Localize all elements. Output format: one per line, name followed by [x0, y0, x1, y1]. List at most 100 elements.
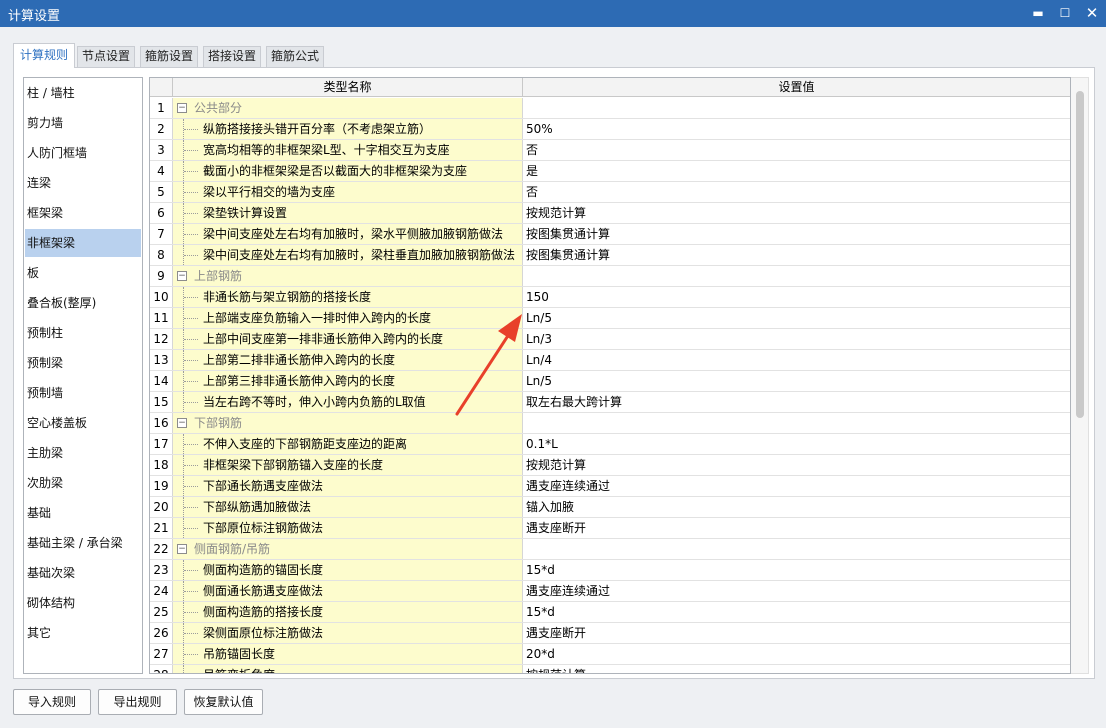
setting-value-cell: [523, 539, 1070, 559]
group-row[interactable]: 1− 公共部分: [150, 98, 1070, 119]
collapse-toggle-icon[interactable]: −: [177, 103, 187, 113]
nav-item[interactable]: 柱 / 墙柱: [25, 79, 141, 107]
nav-item[interactable]: 预制柱: [25, 319, 141, 347]
tab-stirrup-formula[interactable]: 箍筋公式: [266, 46, 324, 67]
grid-scrollbar[interactable]: [1071, 77, 1089, 674]
setting-value-cell[interactable]: 150: [523, 287, 1070, 307]
setting-value-cell[interactable]: 按规范计算: [523, 203, 1070, 223]
setting-value-cell[interactable]: 0.1*L: [523, 434, 1070, 454]
table-row[interactable]: 7 梁中间支座处左右均有加腋时，梁水平侧腋加腋钢筋做法 按图集贯通计算: [150, 224, 1070, 245]
setting-value-cell[interactable]: 50%: [523, 119, 1070, 139]
table-row[interactable]: 21 下部原位标注钢筋做法 遇支座断开: [150, 518, 1070, 539]
setting-value-cell[interactable]: 按图集贯通计算: [523, 245, 1070, 265]
setting-value-cell[interactable]: 按图集贯通计算: [523, 224, 1070, 244]
setting-value-cell[interactable]: 否: [523, 140, 1070, 160]
nav-item[interactable]: 砌体结构: [25, 589, 141, 617]
table-row[interactable]: 4 截面小的非框架梁是否以截面大的非框架梁为支座 是: [150, 161, 1070, 182]
group-row[interactable]: 9− 上部钢筋: [150, 266, 1070, 287]
table-row[interactable]: 15 当左右跨不等时，伸入小跨内负筋的L取值 取左右最大跨计算: [150, 392, 1070, 413]
table-row[interactable]: 14 上部第三排非通长筋伸入跨内的长度 Ln/5: [150, 371, 1070, 392]
nav-item[interactable]: 空心楼盖板: [25, 409, 141, 437]
table-row[interactable]: 12 上部中间支座第一排非通长筋伸入跨内的长度 Ln/3: [150, 329, 1070, 350]
tab-calc-rules[interactable]: 计算规则: [13, 43, 75, 68]
column-header-value[interactable]: 设置值: [523, 78, 1070, 97]
import-rules-button[interactable]: 导入规则: [13, 689, 91, 715]
table-row[interactable]: 25 侧面构造筋的搭接长度 15*d: [150, 602, 1070, 623]
setting-value-cell[interactable]: 15*d: [523, 560, 1070, 580]
setting-value-cell[interactable]: 遇支座断开: [523, 623, 1070, 643]
setting-value-cell[interactable]: 否: [523, 182, 1070, 202]
table-row[interactable]: 13 上部第二排非通长筋伸入跨内的长度 Ln/4: [150, 350, 1070, 371]
nav-item[interactable]: 其它: [25, 619, 141, 647]
table-row[interactable]: 19 下部通长筋遇支座做法 遇支座连续通过: [150, 476, 1070, 497]
table-row[interactable]: 26 梁侧面原位标注筋做法 遇支座断开: [150, 623, 1070, 644]
tree-branch-line: [184, 444, 198, 445]
minimize-icon[interactable]: ▬: [1025, 2, 1051, 24]
nav-item[interactable]: 剪力墙: [25, 109, 141, 137]
group-row[interactable]: 22− 侧面钢筋/吊筋: [150, 539, 1070, 560]
nav-item[interactable]: 连梁: [25, 169, 141, 197]
nav-item[interactable]: 主肋梁: [25, 439, 141, 467]
table-row[interactable]: 24 侧面通长筋遇支座做法 遇支座连续通过: [150, 581, 1070, 602]
nav-item[interactable]: 基础主梁 / 承台梁: [25, 529, 141, 557]
table-row[interactable]: 23 侧面构造筋的锚固长度 15*d: [150, 560, 1070, 581]
table-row[interactable]: 18 非框架梁下部钢筋锚入支座的长度 按规范计算: [150, 455, 1070, 476]
nav-item[interactable]: 基础: [25, 499, 141, 527]
table-row[interactable]: 8 梁中间支座处左右均有加腋时，梁柱垂直加腋加腋钢筋做法 按图集贯通计算: [150, 245, 1070, 266]
nav-item[interactable]: 板: [25, 259, 141, 287]
nav-item[interactable]: 人防门框墙: [25, 139, 141, 167]
table-row[interactable]: 11 上部端支座负筋输入一排时伸入跨内的长度 Ln/5: [150, 308, 1070, 329]
scrollbar-thumb[interactable]: [1076, 91, 1084, 418]
setting-value-cell[interactable]: Ln/5: [523, 371, 1070, 391]
restore-defaults-button[interactable]: 恢复默认值: [184, 689, 263, 715]
tree-branch-line: [184, 318, 198, 319]
setting-value-cell[interactable]: 遇支座断开: [523, 518, 1070, 538]
collapse-toggle-icon[interactable]: −: [177, 544, 187, 554]
maximize-icon[interactable]: ☐: [1052, 2, 1078, 24]
nav-item[interactable]: 基础次梁: [25, 559, 141, 587]
tab-lap-settings[interactable]: 搭接设置: [203, 46, 261, 67]
nav-item[interactable]: 预制梁: [25, 349, 141, 377]
table-row[interactable]: 27 吊筋锚固长度 20*d: [150, 644, 1070, 665]
group-row[interactable]: 16− 下部钢筋: [150, 413, 1070, 434]
setting-value-cell[interactable]: 是: [523, 161, 1070, 181]
table-row[interactable]: 17 不伸入支座的下部钢筋距支座边的距离 0.1*L: [150, 434, 1070, 455]
table-row[interactable]: 10 非通长筋与架立钢筋的搭接长度 150: [150, 287, 1070, 308]
tree-branch-line: [184, 171, 198, 172]
setting-name-cell: 梁以平行相交的墙为支座: [173, 182, 523, 202]
setting-value-cell[interactable]: 15*d: [523, 602, 1070, 622]
setting-name: 宽高均相等的非框架梁L型、十字相交互为支座: [203, 143, 450, 157]
setting-value-cell[interactable]: 取左右最大跨计算: [523, 392, 1070, 412]
nav-item[interactable]: 叠合板(整厚): [25, 289, 141, 317]
settings-grid[interactable]: 类型名称 设置值 1− 公共部分 2 纵筋搭接接头错开百分率（不考虑架立筋） 50% 3 宽…: [149, 77, 1071, 674]
table-row[interactable]: 20 下部纵筋遇加腋做法 锚入加腋: [150, 497, 1070, 518]
tree-branch-line: [184, 402, 198, 403]
nav-item[interactable]: 次肋梁: [25, 469, 141, 497]
setting-value-cell[interactable]: 按规范计算: [523, 455, 1070, 475]
setting-value-cell[interactable]: Ln/3: [523, 329, 1070, 349]
setting-value-cell[interactable]: 遇支座连续通过: [523, 581, 1070, 601]
table-row[interactable]: 28 吊筋弯折角度 按规范计算: [150, 665, 1070, 673]
table-row[interactable]: 2 纵筋搭接接头错开百分率（不考虑架立筋） 50%: [150, 119, 1070, 140]
setting-name: 吊筋锚固长度: [203, 647, 276, 661]
nav-item[interactable]: 框架梁: [25, 199, 141, 227]
export-rules-button[interactable]: 导出规则: [98, 689, 177, 715]
collapse-toggle-icon[interactable]: −: [177, 418, 187, 428]
table-row[interactable]: 5 梁以平行相交的墙为支座 否: [150, 182, 1070, 203]
setting-value-cell[interactable]: Ln/4: [523, 350, 1070, 370]
tab-node-settings[interactable]: 节点设置: [77, 46, 135, 67]
setting-value-cell[interactable]: Ln/5: [523, 308, 1070, 328]
table-row[interactable]: 3 宽高均相等的非框架梁L型、十字相交互为支座 否: [150, 140, 1070, 161]
close-icon[interactable]: ✕: [1079, 2, 1105, 24]
collapse-toggle-icon[interactable]: −: [177, 271, 187, 281]
member-type-list[interactable]: 柱 / 墙柱 剪力墙 人防门框墙 连梁 框架梁 非框架梁板叠合板(整厚) 预制柱 预制梁 预制墙…: [23, 77, 143, 674]
tab-stirrup-settings[interactable]: 箍筋设置: [140, 46, 198, 67]
nav-item[interactable]: 非框架梁: [25, 229, 141, 257]
setting-value-cell[interactable]: 20*d: [523, 644, 1070, 664]
nav-item[interactable]: 预制墙: [25, 379, 141, 407]
setting-value-cell[interactable]: 锚入加腋: [523, 497, 1070, 517]
setting-value-cell[interactable]: 遇支座连续通过: [523, 476, 1070, 496]
table-row[interactable]: 6 梁垫铁计算设置 按规范计算: [150, 203, 1070, 224]
column-header-name[interactable]: 类型名称: [173, 78, 523, 97]
setting-value-cell[interactable]: 按规范计算: [523, 665, 1070, 673]
